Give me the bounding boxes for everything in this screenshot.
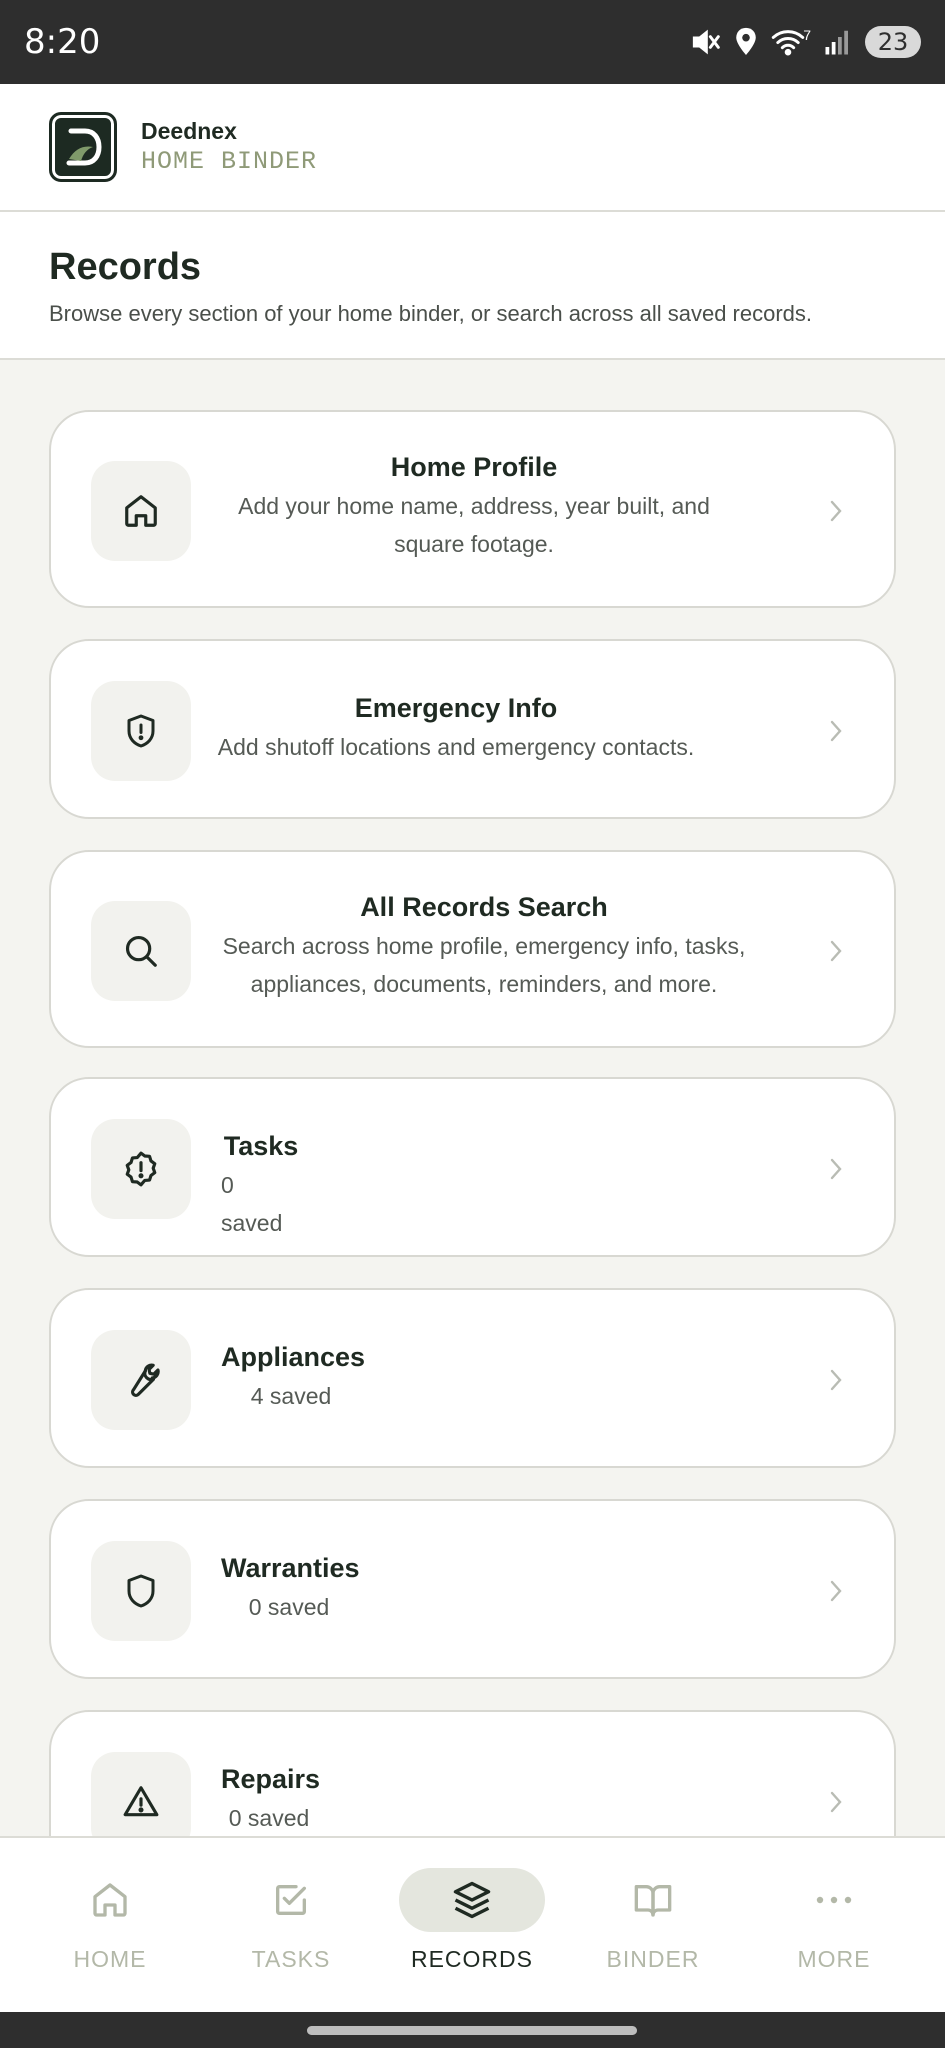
record-card-text: Home Profile Add your home name, address… <box>209 452 739 563</box>
record-card-text: All Records Search Search across home pr… <box>219 892 749 1003</box>
record-card-text: Appliances 4 saved <box>221 1342 366 1415</box>
record-card-warranties[interactable]: Warranties 0 saved <box>49 1499 896 1679</box>
record-card-appliances[interactable]: Appliances 4 saved <box>49 1288 896 1468</box>
location-icon <box>733 26 759 58</box>
record-card-all-records-search[interactable]: All Records Search Search across home pr… <box>49 850 896 1048</box>
search-icon <box>91 901 191 1001</box>
home-indicator[interactable] <box>307 2026 637 2035</box>
record-card-text: Tasks 0 saved <box>221 1131 301 1242</box>
status-bar: 8:20 7 23 <box>0 0 945 84</box>
record-description: 0 saved <box>221 1172 283 1236</box>
shield-alert-icon <box>91 681 191 781</box>
nav-item-more[interactable]: MORE <box>761 1838 907 2014</box>
record-description: Add shutoff locations and emergency cont… <box>217 734 695 760</box>
record-card-text: Repairs 0 saved <box>221 1764 321 1837</box>
status-icons: 7 23 <box>689 26 921 58</box>
nav-item-tasks[interactable]: TASKS <box>218 1838 364 2014</box>
bottom-nav: HOME TASKS RECORDS BINDER MORE <box>0 1836 945 2012</box>
status-time: 8:20 <box>24 22 101 62</box>
nav-item-home[interactable]: HOME <box>37 1838 183 2014</box>
book-icon <box>580 1868 726 1932</box>
brand-subtitle: HOME BINDER <box>141 147 318 176</box>
record-title: Emergency Info <box>354 693 558 723</box>
record-description: 0 saved <box>228 1805 310 1831</box>
chevron-right-icon <box>826 937 846 965</box>
app-header: Deednex HOME BINDER <box>0 84 945 212</box>
record-card-text: Emergency Info Add shutoff locations and… <box>211 693 701 766</box>
system-nav-bar <box>0 2012 945 2048</box>
chevron-right-icon <box>826 497 846 525</box>
nav-label: TASKS <box>251 1946 331 1972</box>
brand: Deednex HOME BINDER <box>141 118 317 176</box>
record-card-home-profile[interactable]: Home Profile Add your home name, address… <box>49 410 896 608</box>
record-title: Repairs <box>221 1764 321 1794</box>
nav-label: RECORDS <box>410 1946 533 1972</box>
nav-item-binder[interactable]: BINDER <box>580 1838 726 2014</box>
record-description: Search across home profile, emergency in… <box>222 933 746 997</box>
record-card-emergency-info[interactable]: Emergency Info Add shutoff locations and… <box>49 639 896 819</box>
shield-icon <box>91 1541 191 1641</box>
record-description: 4 saved <box>250 1383 332 1409</box>
page-title: Records <box>49 246 202 288</box>
record-title: Appliances <box>221 1342 366 1372</box>
chevron-right-icon <box>826 1577 846 1605</box>
checkbox-icon <box>218 1868 364 1932</box>
nav-label: MORE <box>797 1946 871 1972</box>
record-title: All Records Search <box>360 892 608 922</box>
wifi-icon: 7 <box>771 27 811 57</box>
chevron-right-icon <box>826 1155 846 1183</box>
wrench-icon <box>91 1330 191 1430</box>
app-logo[interactable] <box>49 112 117 182</box>
battery-icon: 23 <box>865 26 921 58</box>
record-title: Home Profile <box>390 452 558 482</box>
brand-name: Deednex <box>141 118 237 144</box>
page-header: Records Browse every section of your hom… <box>0 212 945 360</box>
record-title: Warranties <box>221 1553 360 1583</box>
layers-icon <box>399 1868 545 1932</box>
wifi-badge: 7 <box>803 27 811 43</box>
record-description: 0 saved <box>248 1594 330 1620</box>
page-subtitle: Browse every section of your home binder… <box>49 301 813 326</box>
signal-icon <box>823 27 853 57</box>
badge-alert-icon <box>91 1119 191 1219</box>
chevron-right-icon <box>826 1366 846 1394</box>
home-icon <box>91 461 191 561</box>
nav-label: HOME <box>73 1946 147 1972</box>
more-icon <box>761 1868 907 1932</box>
home-icon <box>37 1868 183 1932</box>
record-title: Tasks <box>223 1131 299 1161</box>
record-card-tasks[interactable]: Tasks 0 saved <box>49 1077 896 1257</box>
record-description: Add your home name, address, year built,… <box>238 493 710 557</box>
chevron-right-icon <box>826 1788 846 1816</box>
mute-icon <box>689 26 721 58</box>
chevron-right-icon <box>826 717 846 745</box>
nav-label: BINDER <box>606 1946 700 1972</box>
nav-item-records[interactable]: RECORDS <box>399 1838 545 2014</box>
record-card-text: Warranties 0 saved <box>221 1553 360 1626</box>
